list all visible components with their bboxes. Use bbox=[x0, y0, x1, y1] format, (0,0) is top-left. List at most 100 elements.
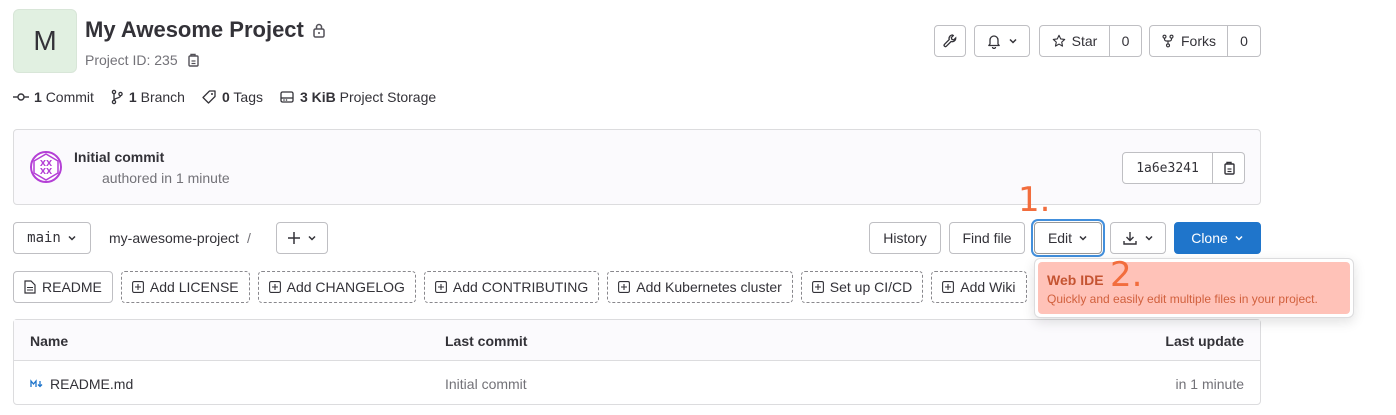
branches-stat[interactable]: 1 Branch bbox=[110, 89, 185, 105]
history-button[interactable]: History bbox=[869, 222, 941, 254]
plus-square-icon bbox=[942, 281, 955, 293]
commits-stat[interactable]: 1 Commit bbox=[13, 89, 94, 105]
download-icon bbox=[1122, 230, 1138, 246]
add-kubernetes-label: Add Kubernetes cluster bbox=[636, 279, 782, 295]
breadcrumb: my-awesome-project / bbox=[109, 230, 251, 246]
add-changelog-button[interactable]: Add CHANGELOG bbox=[257, 271, 416, 303]
history-label: History bbox=[883, 230, 927, 246]
forks-count-value: 0 bbox=[1240, 33, 1248, 49]
copy-icon[interactable] bbox=[186, 52, 200, 68]
tags-label: Tags bbox=[233, 89, 263, 105]
commits-count: 1 bbox=[34, 89, 42, 105]
commit-sha-group: 1a6e3241 bbox=[1122, 152, 1245, 184]
fork-icon bbox=[1161, 34, 1175, 48]
storage-label: Project Storage bbox=[339, 89, 437, 105]
forks-label: Forks bbox=[1181, 33, 1216, 49]
last-commit-panel bbox=[13, 129, 1261, 205]
breadcrumb-project[interactable]: my-awesome-project bbox=[109, 230, 239, 246]
branch-selector[interactable]: main bbox=[13, 222, 91, 254]
plus-square-icon bbox=[268, 281, 281, 293]
chevron-down-icon bbox=[307, 233, 317, 243]
author-avatar[interactable]: XX XX bbox=[30, 151, 62, 183]
column-header-last-commit: Last commit bbox=[445, 333, 528, 349]
setup-cicd-button[interactable]: Set up CI/CD bbox=[800, 271, 924, 303]
plus-icon bbox=[287, 231, 301, 245]
commit-icon bbox=[13, 89, 29, 105]
storage-count: 3 KiB bbox=[299, 89, 336, 105]
project-title-row: My Awesome Project bbox=[85, 17, 326, 43]
annotation-step-2: 2. bbox=[1110, 255, 1143, 295]
svg-text:XX: XX bbox=[40, 167, 53, 176]
web-ide-description: Quickly and easily edit multiple files i… bbox=[1047, 292, 1318, 306]
tag-icon bbox=[201, 89, 217, 105]
file-last-commit[interactable]: Initial commit bbox=[445, 376, 527, 392]
project-title: My Awesome Project bbox=[85, 17, 304, 42]
file-last-update: in 1 minute bbox=[1175, 376, 1244, 392]
web-ide-menu-item[interactable] bbox=[1038, 262, 1350, 314]
plus-square-icon bbox=[131, 281, 144, 293]
branches-count: 1 bbox=[128, 89, 137, 105]
file-name[interactable]: README.md bbox=[50, 376, 133, 392]
copy-icon bbox=[1222, 160, 1236, 176]
table-header bbox=[14, 320, 1260, 361]
web-ide-title: Web IDE bbox=[1047, 272, 1104, 288]
clone-button[interactable]: Clone bbox=[1174, 222, 1261, 254]
copy-sha-button[interactable] bbox=[1213, 152, 1245, 184]
project-stats: 1 Commit 1 Branch 0 Tags 3 KiB Project S… bbox=[13, 89, 436, 105]
edit-button[interactable]: Edit bbox=[1034, 222, 1102, 254]
breadcrumb-separator: / bbox=[246, 230, 251, 246]
column-header-last-update: Last update bbox=[1165, 333, 1244, 349]
settings-button[interactable] bbox=[934, 25, 966, 57]
commit-title[interactable]: Initial commit bbox=[74, 149, 164, 165]
forks-button[interactable]: Forks bbox=[1149, 25, 1228, 57]
storage-icon bbox=[279, 89, 295, 105]
add-license-label: Add LICENSE bbox=[149, 279, 239, 295]
branch-name: main bbox=[27, 230, 61, 246]
setup-cicd-label: Set up CI/CD bbox=[829, 279, 913, 295]
tags-stat[interactable]: 0 Tags bbox=[201, 89, 263, 105]
star-label: Star bbox=[1071, 33, 1098, 49]
add-license-button[interactable]: Add LICENSE bbox=[120, 271, 250, 303]
star-button-group: Star 0 bbox=[1039, 25, 1142, 57]
star-icon bbox=[1052, 34, 1066, 48]
commits-label: Commit bbox=[45, 89, 94, 105]
add-wiki-label: Add Wiki bbox=[960, 279, 1016, 295]
markdown-icon bbox=[30, 379, 44, 389]
chevron-down-icon bbox=[1144, 233, 1154, 243]
lock-icon bbox=[312, 22, 326, 38]
plus-square-icon bbox=[434, 281, 447, 293]
chevron-down-icon bbox=[1008, 36, 1018, 46]
chevron-down-icon bbox=[67, 233, 77, 243]
edit-label: Edit bbox=[1047, 230, 1073, 246]
find-file-button[interactable]: Find file bbox=[949, 222, 1025, 254]
bell-icon bbox=[986, 33, 1002, 49]
plus-square-icon bbox=[618, 281, 631, 293]
notification-button[interactable] bbox=[974, 25, 1030, 57]
forks-button-group: Forks 0 bbox=[1149, 25, 1261, 57]
add-kubernetes-button[interactable]: Add Kubernetes cluster bbox=[607, 271, 793, 303]
readme-label: README bbox=[42, 279, 102, 295]
readme-button[interactable]: README bbox=[13, 271, 113, 303]
clone-label: Clone bbox=[1191, 230, 1228, 246]
wrench-icon bbox=[942, 33, 958, 49]
avatar-letter: M bbox=[33, 25, 57, 56]
storage-stat[interactable]: 3 KiB Project Storage bbox=[279, 89, 436, 105]
add-contributing-label: Add CONTRIBUTING bbox=[452, 279, 589, 295]
star-button[interactable]: Star bbox=[1039, 25, 1110, 57]
commit-sha[interactable]: 1a6e3241 bbox=[1122, 152, 1213, 184]
column-header-name: Name bbox=[30, 333, 69, 349]
tags-count: 0 bbox=[221, 89, 230, 105]
find-file-label: Find file bbox=[962, 230, 1012, 246]
forks-count[interactable]: 0 bbox=[1228, 25, 1261, 57]
add-to-tree-button[interactable] bbox=[276, 222, 328, 254]
download-button[interactable] bbox=[1110, 222, 1166, 254]
project-id-row: Project ID: 235 bbox=[85, 52, 200, 68]
add-changelog-label: Add CHANGELOG bbox=[286, 279, 405, 295]
commit-meta: authored in 1 minute bbox=[102, 170, 230, 186]
annotation-step-1: 1. bbox=[1018, 180, 1051, 220]
table-row[interactable]: README.md bbox=[30, 376, 133, 392]
star-count[interactable]: 0 bbox=[1110, 25, 1142, 57]
add-wiki-button[interactable]: Add Wiki bbox=[931, 271, 1027, 303]
plus-square-icon bbox=[811, 281, 824, 293]
add-contributing-button[interactable]: Add CONTRIBUTING bbox=[423, 271, 600, 303]
